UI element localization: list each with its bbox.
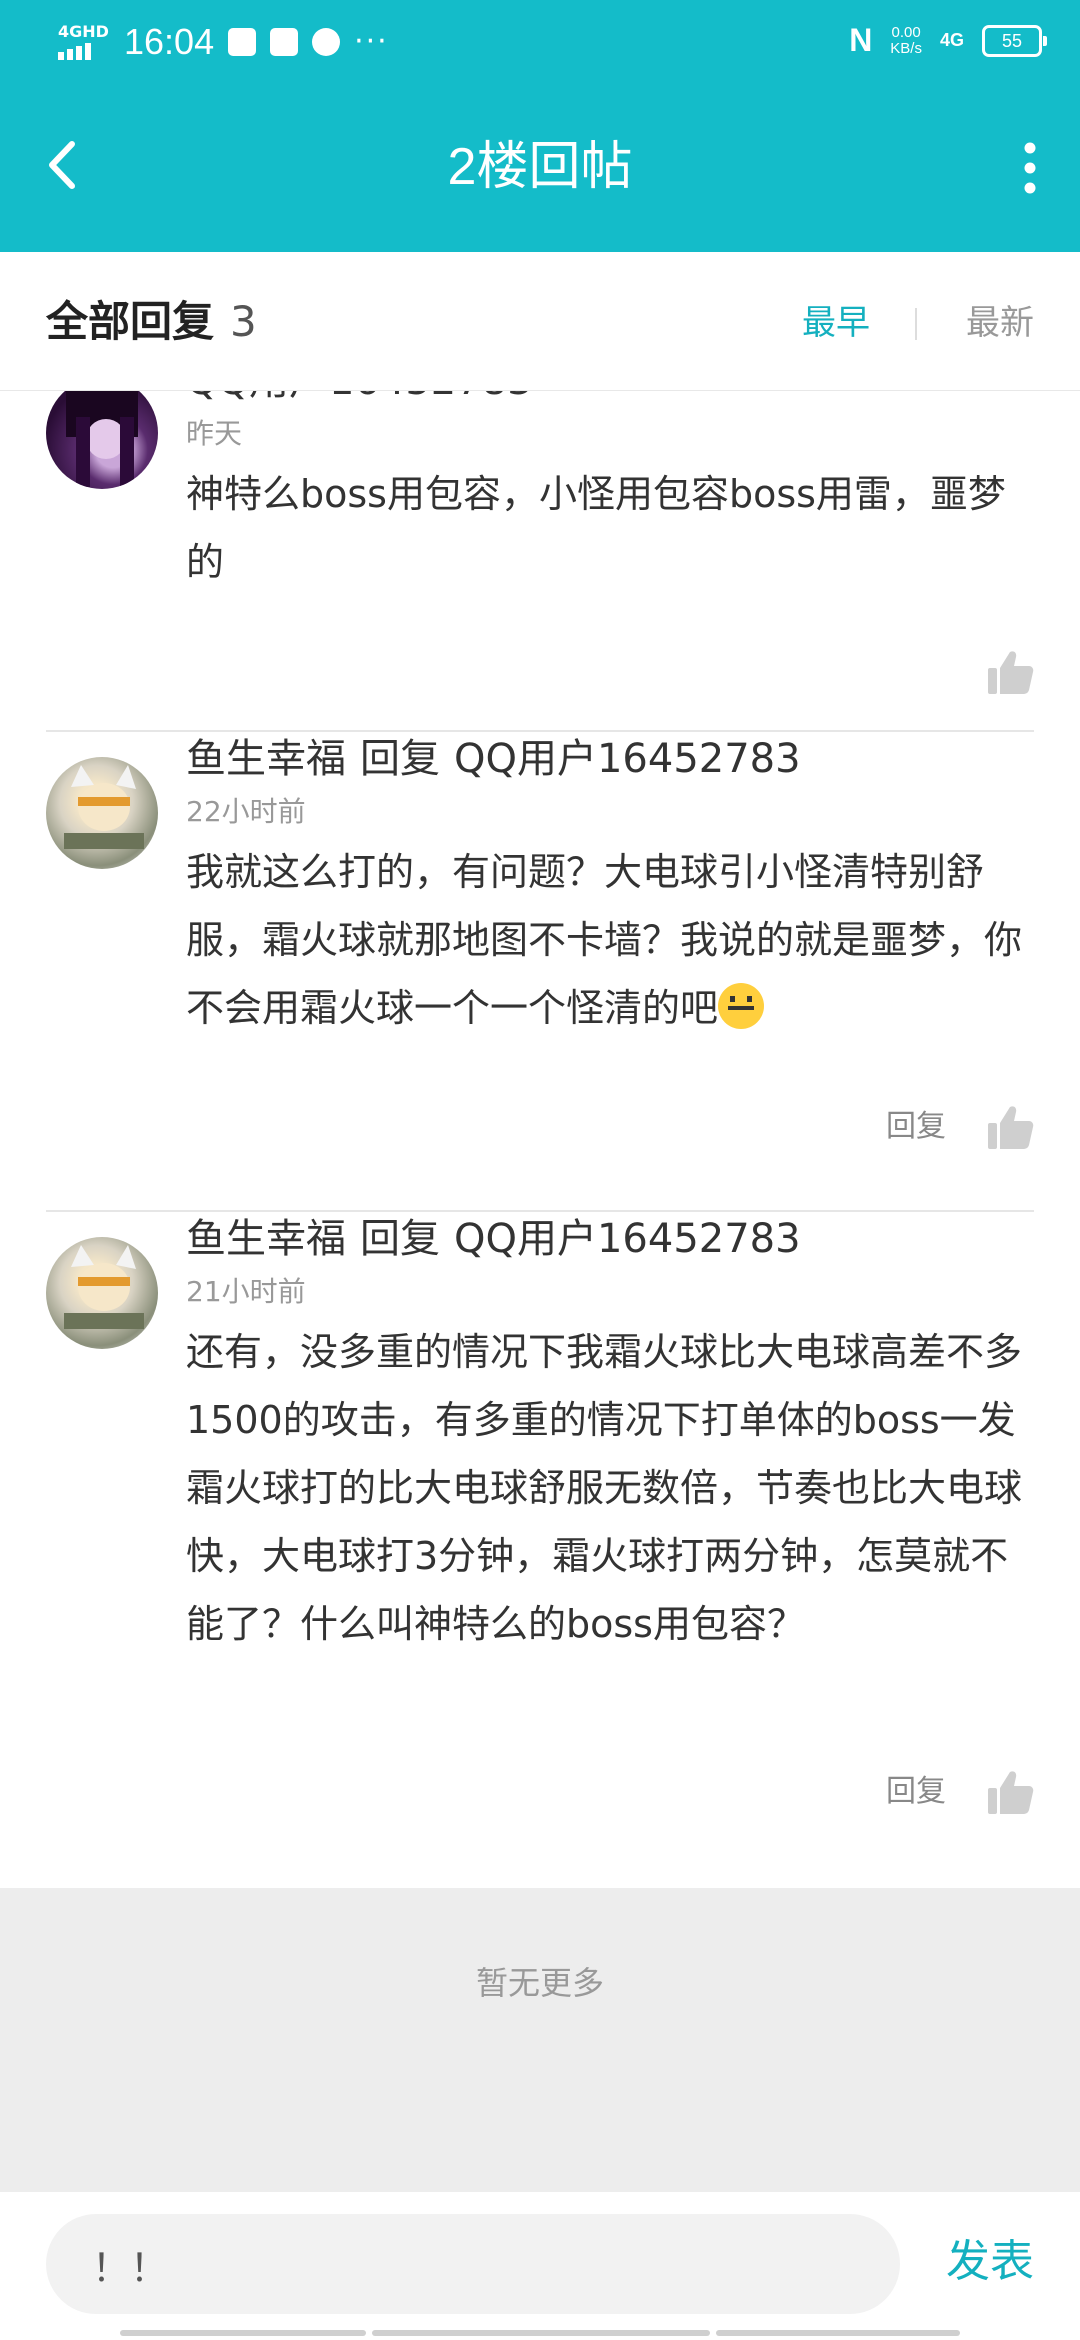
comment-input-bar: 发表 [0,2192,1080,2340]
like-button[interactable] [986,648,1034,696]
battery-icon: 55 [982,24,1047,57]
list-footer: 暂无更多 [0,1888,1080,2192]
sort-divider [915,308,917,340]
comment-time: 昨天 [186,417,243,450]
publish-button[interactable]: 发表 [946,2232,1034,2292]
sort-latest-tab[interactable]: 最新 [966,298,1034,348]
status-left: 4GHD 16:04 ··· [58,18,389,66]
more-notifications-icon: ··· [354,24,389,59]
replies-title: 全部回复 3 [46,292,257,352]
page-title: 2楼回帖 [447,138,633,196]
signal-icon: 4GHD [58,24,110,60]
replies-count: 3 [230,297,257,346]
like-button[interactable] [986,1103,1034,1151]
comment-input[interactable] [46,2214,900,2314]
avatar[interactable] [46,1237,158,1349]
nfc-icon: N [849,22,873,58]
comment-time: 22小时前 [186,795,306,828]
comment-item: 鱼生幸福 回复 QQ用户16452783 22小时前 我就这么打的，有问题？大电球引… [46,732,1034,1210]
avatar-image [66,390,138,487]
comment-body: QQ用户16452783 昨天 神特么boss用包容，小怪用包容boss用雷，噩… [186,390,1034,596]
avatar[interactable] [46,390,158,489]
more-vertical-icon [1024,142,1036,194]
square-icon [270,28,299,56]
comment-text[interactable]: 神特么boss用包容，小怪用包容boss用雷，噩梦的 [186,460,1034,596]
speedometer-icon [312,28,341,56]
comment-author[interactable]: 鱼生幸福 [186,1216,346,1262]
comment-body: 鱼生幸福 回复 QQ用户16452783 22小时前 我就这么打的，有问题？大电球引… [186,732,1034,1042]
no-more-label: 暂无更多 [475,1964,604,2002]
thumbs-up-icon [988,1771,1034,1814]
more-options-button[interactable] [1010,140,1050,196]
status-bar: 4GHD 16:04 ··· N 0.00 KB/s 4G 55 [0,0,1080,84]
speed-unit: KB/s [890,39,922,57]
nav-gesture-bar [0,2330,1080,2336]
comment-actions: 回复 [886,1767,1034,1817]
comment-actions: 回复 [886,1102,1034,1152]
avatar-image [64,1245,144,1329]
network-speed: 0.00 KB/s [890,23,922,57]
comment-actions [986,648,1034,696]
comment-list[interactable]: QQ用户16452783 昨天 神特么boss用包容，小怪用包容boss用雷，噩… [0,390,1080,1890]
comment-body: 鱼生幸福 回复 QQ用户16452783 21小时前 还有，没多重的情况下我霜火球比… [186,1212,1034,1658]
avatar-image [64,765,144,849]
nav-bar: 2楼回帖 [0,84,1080,252]
reply-button[interactable]: 回复 [886,1767,946,1817]
comment-text[interactable]: 我就这么打的，有问题？大电球引小怪清特别舒服，霜火球就那地图不卡墙？我说的就是噩… [186,838,1034,1042]
comment-author[interactable]: QQ用户16452783 [186,390,1034,408]
like-button[interactable] [986,1768,1034,1816]
comment-author-line: 鱼生幸福 回复 QQ用户16452783 [186,1212,1034,1266]
app-header: 4GHD 16:04 ··· N 0.00 KB/s 4G 55 2楼回帖 [0,0,1080,252]
status-right: N 0.00 KB/s 4G 55 [849,22,1047,59]
comment-author[interactable]: 鱼生幸福 [186,736,346,782]
reply-target[interactable]: QQ用户16452783 [454,1216,801,1262]
replies-header: 全部回复 3 最早 最新 [0,252,1080,391]
thumbs-up-icon [988,651,1034,694]
comment-item: QQ用户16452783 昨天 神特么boss用包容，小怪用包容boss用雷，噩… [46,390,1034,694]
mobile-data-icon: 4G [939,30,964,50]
thumbs-up-icon [988,1106,1034,1149]
comment-time: 21小时前 [186,1275,306,1308]
reply-target[interactable]: QQ用户16452783 [454,736,801,782]
sort-earliest-tab[interactable]: 最早 [802,298,870,348]
zipper-mouth-emoji-icon [718,983,765,1029]
comment-author-line: 鱼生幸福 回复 QQ用户16452783 [186,732,1034,786]
reply-indicator: 回复 [360,1216,440,1262]
status-time: 16:04 [124,21,215,62]
network-type: 4GHD [58,22,109,41]
comment-text-content: 我就这么打的，有问题？大电球引小怪清特别舒服，霜火球就那地图不卡墙？我说的就是噩… [186,850,1023,1030]
comment-item: 鱼生幸福 回复 QQ用户16452783 21小时前 还有，没多重的情况下我霜火球比… [46,1212,1034,1878]
reply-indicator: 回复 [360,736,440,782]
avatar[interactable] [46,757,158,869]
comment-text[interactable]: 还有，没多重的情况下我霜火球比大电球高差不多1500的攻击，有多重的情况下打单体… [186,1318,1034,1658]
speed-value: 0.00 [891,23,921,41]
reply-button[interactable]: 回复 [886,1102,946,1152]
replies-title-label: 全部回复 [46,297,215,346]
message-icon [228,28,257,56]
